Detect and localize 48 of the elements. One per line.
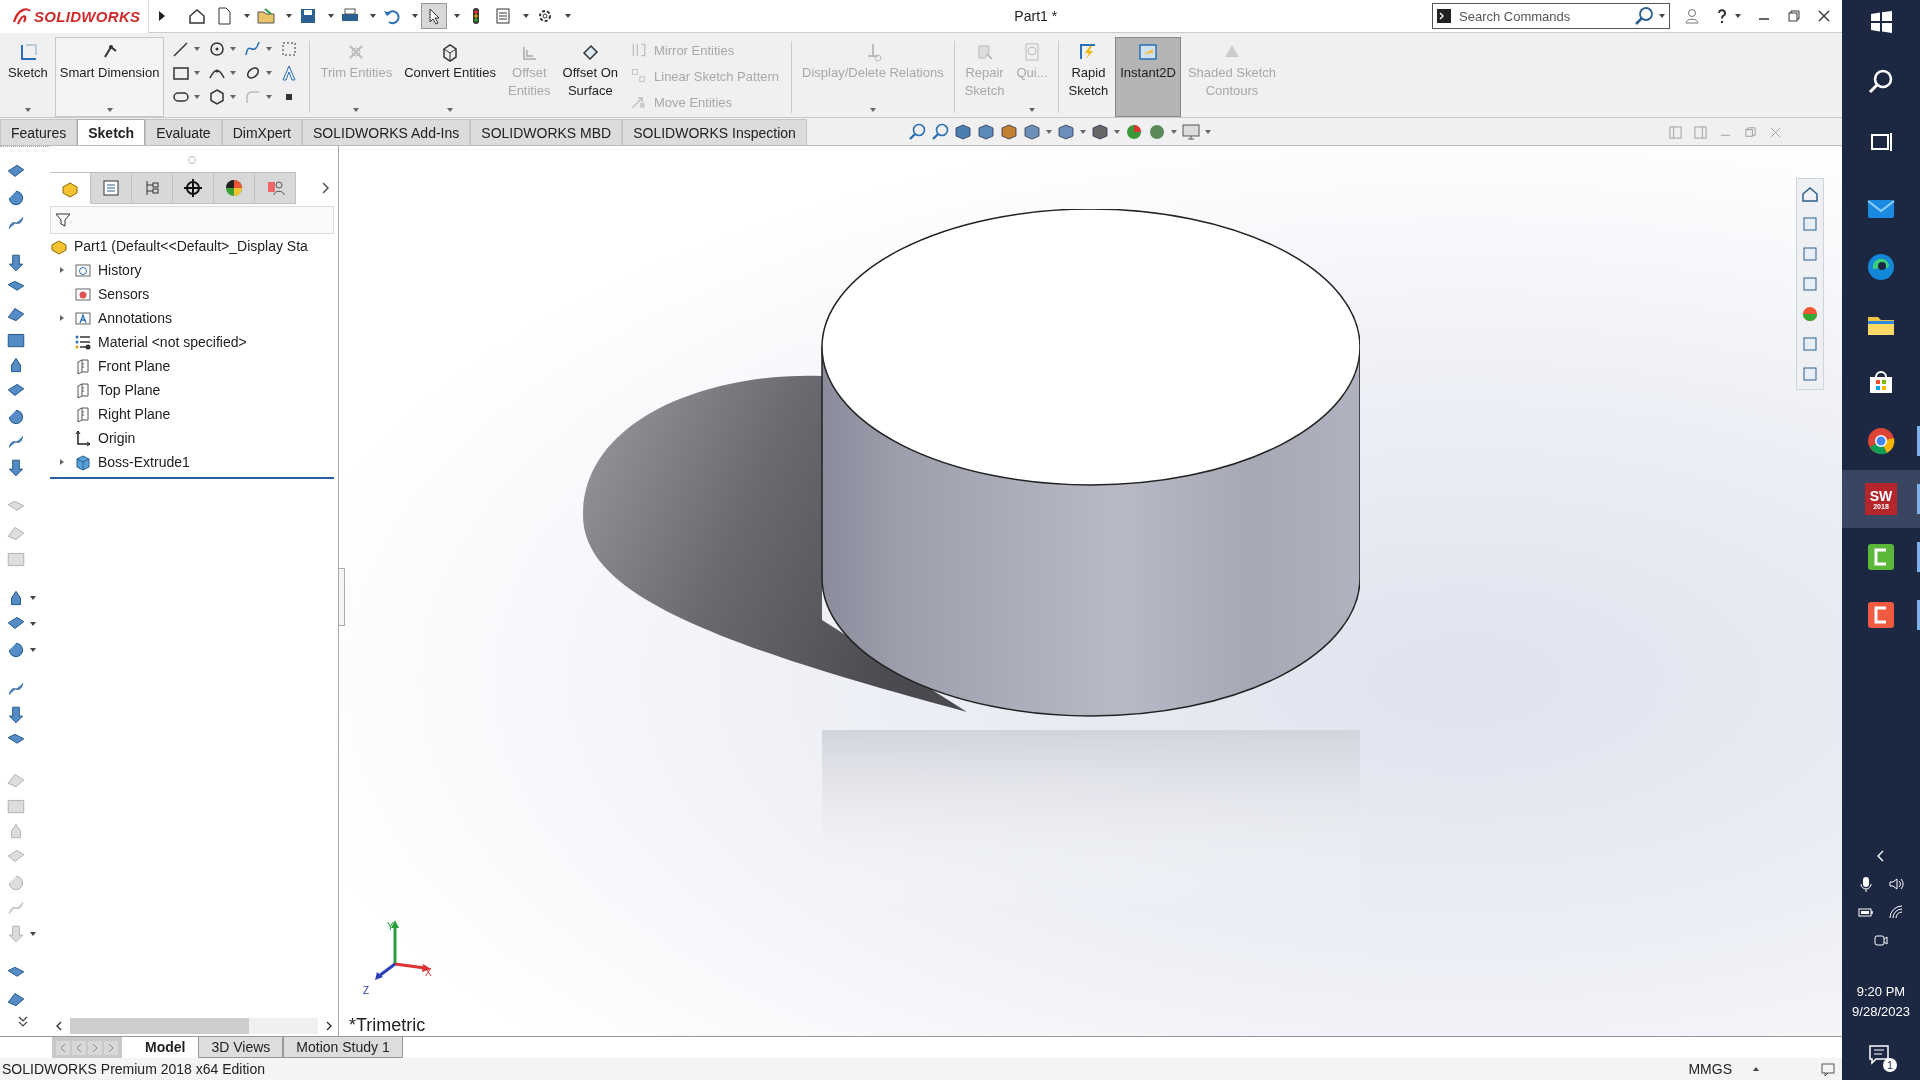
tree-item-label: Front Plane [98,358,171,374]
logo-text: SOLIDWORKS [34,7,141,25]
ribbon-button[interactable]: Sketch [3,37,53,117]
tab[interactable]: Features [0,119,78,145]
tree-item-label: Material <not specified> [98,334,247,350]
tree-item-label: Top Plane [98,382,161,398]
tree-item[interactable]: History [50,258,338,282]
axis-label: Y [387,922,394,932]
tree-item-label: Part1 (Default<<Default>_Display Sta [74,238,308,254]
tab[interactable]: 3D Views [198,1037,284,1058]
tree-item[interactable]: Sensors [50,282,338,306]
tree-item[interactable]: Material <not specified> [50,330,338,354]
notification-count: 1 [1883,1058,1897,1072]
status-text: SOLIDWORKS Premium 2018 x64 Edition [2,1061,265,1077]
tree-item[interactable]: Right Plane [50,402,338,426]
ribbon-button[interactable]: Smart Dimension [54,37,165,117]
tree-item-label: Annotations [98,310,172,326]
ribbon-button[interactable]: Convert Entities [399,37,501,117]
axis-label: Z [363,986,370,996]
tree-item[interactable]: Annotations [50,306,338,330]
tree-item-label: Right Plane [98,406,171,422]
tree-item-label: Sensors [98,286,150,302]
tab[interactable]: DimXpert [221,119,302,145]
app-logo[interactable]: SOLIDWORKS [0,0,150,33]
clock-date[interactable]: 9/28/2023 [1852,1002,1910,1022]
tree-item-label: Boss-Extrude1 [98,454,190,470]
ribbon-button[interactable]: Rapid Sketch [1063,37,1114,117]
tree-item[interactable]: Origin [50,426,338,450]
tree-item-label: Origin [98,430,136,446]
clock-time[interactable]: 9:20 PM [1856,982,1906,1002]
ribbon-button[interactable]: Instant2D [1115,37,1181,117]
tree-item[interactable]: Part1 (Default<<Default>_Display Sta [50,234,338,258]
tab[interactable]: Motion Study 1 [283,1037,403,1058]
tree-item[interactable]: Top Plane [50,378,338,402]
tab[interactable]: Sketch [77,119,146,145]
tree-item-label: History [98,262,142,278]
tab[interactable]: Evaluate [145,119,222,145]
view-name: *Trimetric [349,1014,426,1036]
tree-item[interactable]: Boss-Extrude1 [50,450,338,474]
search-field[interactable]: Search Commands [1432,3,1670,29]
axis-label: X [425,968,432,978]
ribbon-button[interactable]: Offset On Surface [557,37,623,117]
window-title: Part1 * [1014,8,1058,24]
tab[interactable]: SOLIDWORKS MBD [470,119,623,145]
tab[interactable]: SOLIDWORKS Add-Ins [302,119,471,145]
tree-item[interactable]: Front Plane [50,354,338,378]
tab[interactable]: SOLIDWORKS Inspection [622,119,807,145]
units-selector[interactable]: MMGS [1688,1061,1732,1077]
